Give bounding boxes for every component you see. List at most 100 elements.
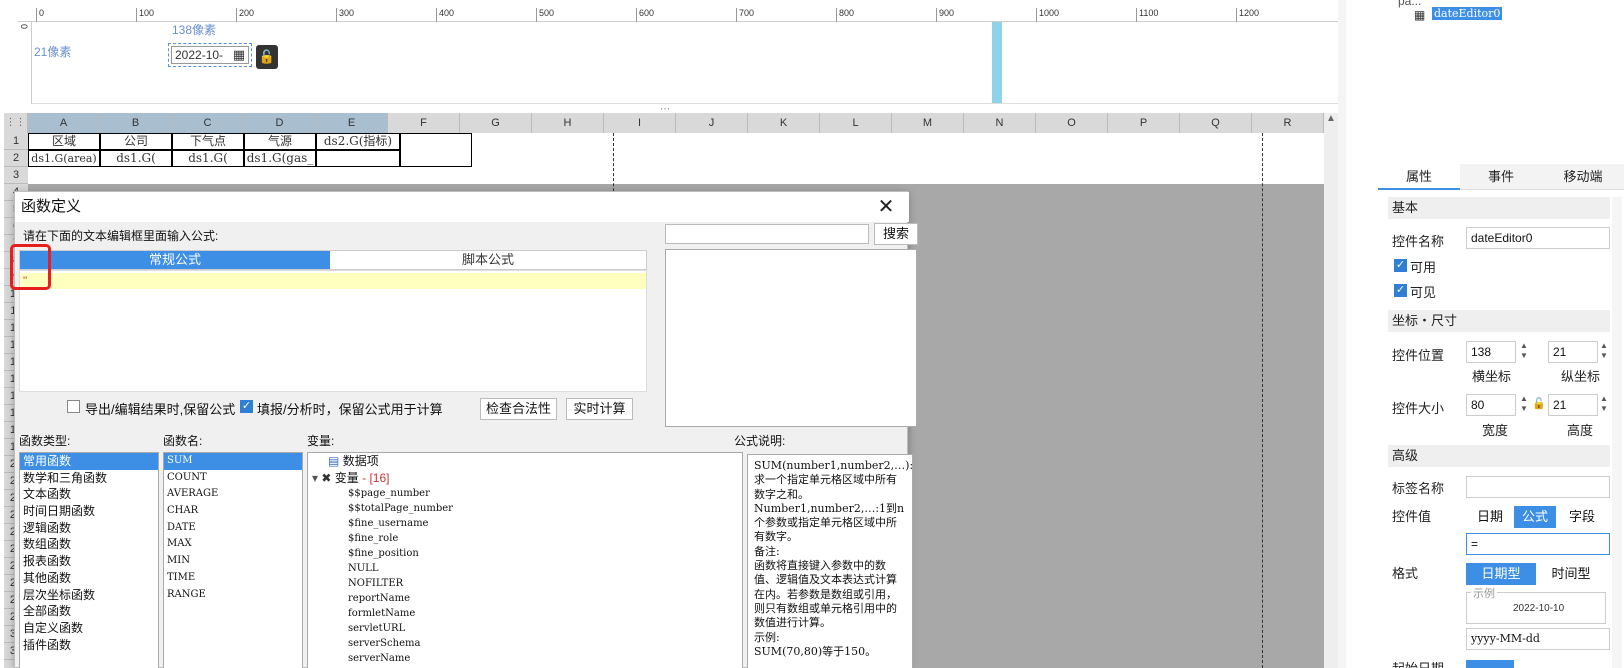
section-advanced[interactable]: 高级: [1388, 445, 1610, 467]
list-item[interactable]: 数学和三角函数: [20, 470, 158, 487]
pos-y-input[interactable]: 21: [1548, 341, 1598, 363]
value-field-button[interactable]: 字段: [1556, 506, 1608, 528]
list-item[interactable]: 层次坐标函数: [20, 587, 158, 604]
function-name-list[interactable]: SUM COUNT AVERAGE CHAR DATE MAX MIN TIME RANGE: [163, 452, 303, 668]
list-item[interactable]: 文本函数: [20, 486, 158, 503]
check-validity-button[interactable]: 检查合法性: [480, 398, 557, 420]
sheet-scrollbar[interactable]: ▲: [1324, 113, 1338, 668]
column-header[interactable]: K: [748, 113, 820, 133]
search-input[interactable]: [665, 224, 869, 244]
height-input[interactable]: 21: [1548, 394, 1598, 416]
cell-E1[interactable]: ds2.G(指标): [316, 133, 400, 150]
realtime-calc-button[interactable]: 实时计算: [566, 398, 633, 420]
column-header[interactable]: Q: [1180, 113, 1252, 133]
pos-y-stepper[interactable]: ▲ ▼: [1598, 341, 1610, 363]
pos-x-stepper[interactable]: ▲ ▼: [1518, 341, 1530, 363]
column-header[interactable]: A: [28, 113, 100, 133]
fill-keep-formula-checkbox[interactable]: ✓: [240, 400, 253, 413]
select-all-corner[interactable]: ⋮⋮: [4, 113, 28, 133]
export-keep-formula-checkbox[interactable]: [67, 400, 80, 413]
column-header[interactable]: L: [820, 113, 892, 133]
cell-D2[interactable]: ds1.G(gas_: [244, 150, 316, 167]
unlock-icon[interactable]: 🔓: [256, 45, 278, 69]
variable-item[interactable]: formletName: [308, 606, 742, 621]
pos-x-input[interactable]: 138: [1466, 341, 1516, 363]
tree-item-data[interactable]: ▤ 数据项: [308, 453, 742, 470]
tab-regular-formula[interactable]: 常规公式: [20, 251, 330, 269]
formula-editor[interactable]: '': [19, 270, 647, 392]
variable-tree[interactable]: ▤ 数据项 ▾ ✖ 变量 - [16] $$page_number $$total…: [307, 452, 743, 668]
tree-item-dateeditor[interactable]: dateEditor0: [1432, 7, 1503, 20]
cell-E2[interactable]: [316, 150, 400, 167]
height-stepper[interactable]: ▲ ▼: [1598, 394, 1610, 416]
list-item[interactable]: COUNT: [164, 470, 302, 487]
cell-B2[interactable]: ds1.G(: [100, 150, 172, 167]
list-item[interactable]: CHAR: [164, 503, 302, 520]
column-header[interactable]: M: [892, 113, 964, 133]
fmt-time-button[interactable]: 时间型: [1536, 563, 1606, 585]
list-item[interactable]: 其他函数: [20, 570, 158, 587]
list-item[interactable]: 数组函数: [20, 536, 158, 553]
column-header[interactable]: E: [316, 113, 388, 133]
variable-item[interactable]: reportName: [308, 591, 742, 606]
tab-mobile[interactable]: 移动端: [1542, 164, 1624, 190]
list-item[interactable]: MAX: [164, 536, 302, 553]
column-header[interactable]: I: [604, 113, 676, 133]
list-item[interactable]: 插件函数: [20, 637, 158, 654]
list-item[interactable]: 逻辑函数: [20, 520, 158, 537]
column-header[interactable]: H: [532, 113, 604, 133]
section-position-size[interactable]: 坐标・尺寸: [1388, 310, 1610, 332]
cell-A2[interactable]: ds1.G(area): [28, 150, 100, 167]
list-item[interactable]: 报表函数: [20, 553, 158, 570]
cell-D1[interactable]: 气源: [244, 133, 316, 150]
list-item[interactable]: 时间日期函数: [20, 503, 158, 520]
control-value-input[interactable]: =: [1466, 533, 1610, 555]
variable-item[interactable]: NULL: [308, 561, 742, 576]
variable-item[interactable]: $$page_number: [308, 486, 742, 501]
tab-events[interactable]: 事件: [1460, 164, 1542, 190]
column-header[interactable]: O: [1036, 113, 1108, 133]
list-item[interactable]: AVERAGE: [164, 486, 302, 503]
section-basic[interactable]: 基本: [1388, 197, 1610, 219]
enabled-checkbox[interactable]: ✓: [1394, 259, 1407, 272]
search-results[interactable]: [665, 249, 917, 427]
tree-parent[interactable]: pa...: [1398, 0, 1421, 8]
row-header[interactable]: 3: [4, 167, 28, 184]
function-type-list[interactable]: 常用函数 数学和三角函数 文本函数 时间日期函数 逻辑函数 数组函数 报表函数 其他函数 层次坐…: [19, 452, 159, 668]
close-icon[interactable]: ✕: [875, 196, 897, 218]
variable-item[interactable]: $fine_role: [308, 531, 742, 546]
column-header[interactable]: J: [676, 113, 748, 133]
cell-B1[interactable]: 公司: [100, 133, 172, 150]
cell-C1[interactable]: 下气点: [172, 133, 244, 150]
tag-name-input[interactable]: [1466, 476, 1610, 498]
fmt-date-button[interactable]: 日期型: [1466, 563, 1536, 585]
list-item[interactable]: 常用函数: [20, 453, 158, 470]
row-header[interactable]: 2: [4, 150, 28, 167]
start-date-toggle[interactable]: [1466, 660, 1514, 668]
variable-item[interactable]: NOFILTER: [308, 576, 742, 591]
column-header[interactable]: N: [964, 113, 1036, 133]
value-date-button[interactable]: 日期: [1466, 506, 1514, 528]
variable-item[interactable]: $$totalPage_number: [308, 501, 742, 516]
tab-properties[interactable]: 属性: [1378, 164, 1460, 190]
list-item[interactable]: 全部函数: [20, 603, 158, 620]
list-item[interactable]: DATE: [164, 520, 302, 537]
format-pattern-input[interactable]: yyyy-MM-dd: [1466, 628, 1610, 650]
list-item[interactable]: 自定义函数: [20, 620, 158, 637]
visible-checkbox[interactable]: ✓: [1394, 284, 1407, 297]
list-item[interactable]: RANGE: [164, 587, 302, 604]
column-header[interactable]: P: [1108, 113, 1180, 133]
column-header[interactable]: B: [100, 113, 172, 133]
width-stepper[interactable]: ▲ ▼: [1518, 394, 1530, 416]
list-item[interactable]: SUM: [164, 453, 302, 470]
variable-item[interactable]: $fine_position: [308, 546, 742, 561]
variable-item[interactable]: serverName: [308, 651, 742, 666]
column-header[interactable]: R: [1252, 113, 1324, 133]
cell-A1[interactable]: 区域: [28, 133, 100, 150]
panel-scrollbar[interactable]: [1612, 197, 1622, 668]
date-editor-selection[interactable]: 2022-10- ▦: [168, 43, 252, 67]
search-button[interactable]: 搜索: [874, 223, 918, 245]
variable-item[interactable]: servletURL: [308, 621, 742, 636]
value-formula-button[interactable]: 公式: [1514, 506, 1556, 528]
variable-item[interactable]: serverSchema: [308, 636, 742, 651]
